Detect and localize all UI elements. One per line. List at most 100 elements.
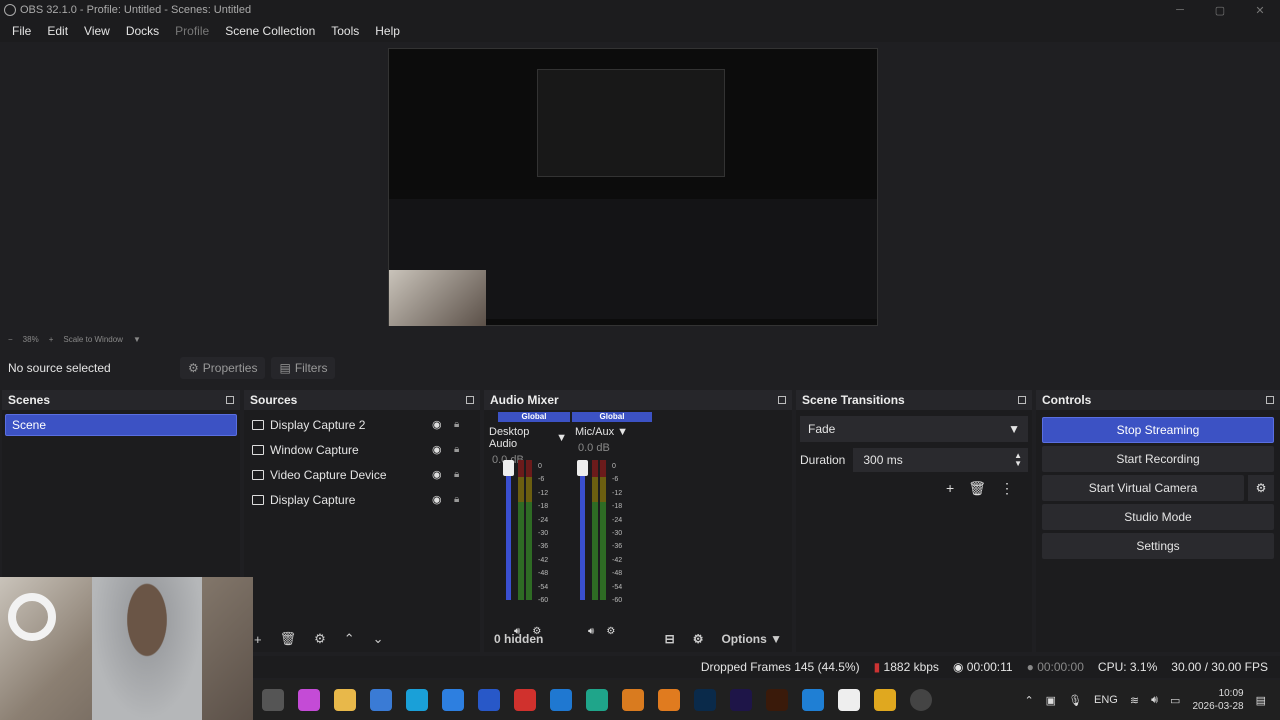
eye-icon[interactable]: ◉ bbox=[432, 493, 442, 506]
popout-icon[interactable] bbox=[778, 396, 786, 404]
menu-tools[interactable]: Tools bbox=[323, 24, 367, 38]
properties-button[interactable]: ⚙ Properties bbox=[180, 357, 266, 379]
duration-input[interactable]: 300 ms ▲ ▼ bbox=[853, 448, 1028, 472]
context-bar: No source selected ⚙ Properties ▤ Filter… bbox=[0, 352, 1280, 384]
studio-mode-button[interactable]: Studio Mode bbox=[1042, 504, 1274, 530]
lock-icon[interactable]: 🔒︎ bbox=[454, 469, 459, 480]
more-vertical-icon[interactable]: ⋮ bbox=[1000, 480, 1014, 497]
volume-slider[interactable] bbox=[577, 460, 588, 600]
chevron-down-icon[interactable]: ▼ bbox=[133, 335, 141, 344]
hidden-count[interactable]: 0 hidden bbox=[494, 632, 543, 646]
file-explorer-icon[interactable] bbox=[334, 689, 356, 711]
source-label: Window Capture bbox=[270, 442, 359, 457]
trash-icon[interactable]: 🗑︎ bbox=[280, 631, 297, 647]
move-down-button[interactable]: ⌄ bbox=[373, 631, 384, 647]
minimize-button[interactable]: ─ bbox=[1160, 0, 1200, 20]
menu-file[interactable]: File bbox=[4, 24, 39, 38]
volume-icon[interactable]: 🔊︎ bbox=[1151, 694, 1158, 707]
add-source-button[interactable]: + bbox=[254, 632, 262, 647]
source-item[interactable]: Display Capture ◉ 🔒︎ bbox=[244, 487, 480, 512]
advanced-audio-icon[interactable]: ⚙ bbox=[693, 632, 704, 646]
photoshop-icon[interactable] bbox=[694, 689, 716, 711]
maximize-button[interactable]: ▢ bbox=[1200, 0, 1240, 20]
clock[interactable]: 10:09 2026-03-28 bbox=[1192, 687, 1243, 713]
start-recording-button[interactable]: Start Recording bbox=[1042, 446, 1274, 472]
illustrator-icon[interactable] bbox=[766, 689, 788, 711]
store-icon[interactable] bbox=[370, 689, 392, 711]
wifi-icon[interactable]: ≋ bbox=[1130, 694, 1139, 707]
after-effects-icon[interactable] bbox=[730, 689, 752, 711]
b-app-icon[interactable] bbox=[478, 689, 500, 711]
gear-icon[interactable]: ⚙ bbox=[314, 631, 326, 647]
dropbox-icon[interactable] bbox=[442, 689, 464, 711]
menu-help[interactable]: Help bbox=[367, 24, 408, 38]
chrome-icon[interactable] bbox=[874, 689, 896, 711]
blender-icon[interactable] bbox=[658, 689, 680, 711]
menu-edit[interactable]: Edit bbox=[39, 24, 76, 38]
menu-profile[interactable]: Profile bbox=[167, 24, 217, 38]
filters-button[interactable]: ▤ Filters bbox=[271, 357, 336, 379]
monitor-icon bbox=[252, 494, 264, 505]
menu-view[interactable]: View bbox=[76, 24, 118, 38]
popout-icon[interactable] bbox=[1018, 396, 1026, 404]
battery-icon[interactable]: ▭ bbox=[1170, 694, 1180, 707]
outlook-icon[interactable] bbox=[550, 689, 572, 711]
wps-icon[interactable] bbox=[514, 689, 536, 711]
close-button[interactable]: ✕ bbox=[1240, 0, 1280, 20]
menu-scene-collection[interactable]: Scene Collection bbox=[217, 24, 323, 38]
menu-docks[interactable]: Docks bbox=[118, 24, 167, 38]
lock-icon[interactable]: 🔒︎ bbox=[454, 419, 459, 430]
program-preview[interactable] bbox=[388, 48, 878, 326]
zoom-in-button[interactable]: + bbox=[49, 335, 54, 344]
controls-title: Controls bbox=[1042, 393, 1092, 407]
slider-knob[interactable] bbox=[503, 460, 514, 476]
channel-name-dropdown[interactable]: Mic/Aux ▼ bbox=[572, 422, 652, 442]
notion-icon[interactable] bbox=[838, 689, 860, 711]
popout-icon[interactable] bbox=[466, 396, 474, 404]
tray-app-icon[interactable]: ▣ bbox=[1046, 694, 1056, 707]
add-transition-button[interactable]: + bbox=[946, 480, 954, 497]
layout-icon[interactable]: ⊟ bbox=[665, 632, 675, 646]
channel-name-dropdown[interactable]: Desktop Audio ▼ bbox=[486, 422, 570, 454]
obs-taskbar-icon[interactable] bbox=[910, 689, 932, 711]
eye-icon[interactable]: ◉ bbox=[432, 418, 442, 431]
stop-streaming-button[interactable]: Stop Streaming bbox=[1042, 417, 1274, 443]
zoom-out-button[interactable]: − bbox=[8, 335, 13, 344]
lock-icon[interactable]: 🔒︎ bbox=[454, 444, 459, 455]
duration-row: Duration 300 ms ▲ ▼ bbox=[796, 448, 1032, 472]
mixer-channel-desktop: Global Desktop Audio ▼ 0.0 dB 0-6-12-18-… bbox=[486, 412, 570, 637]
trash-icon[interactable]: 🗑︎ bbox=[968, 480, 986, 497]
scale-mode[interactable]: Scale to Window bbox=[63, 335, 123, 344]
vscode-icon[interactable] bbox=[802, 689, 824, 711]
microphone-icon[interactable]: 🎙︎ bbox=[1068, 694, 1082, 707]
popout-icon[interactable] bbox=[1266, 396, 1274, 404]
slider-knob[interactable] bbox=[577, 460, 588, 476]
start-virtual-camera-button[interactable]: Start Virtual Camera ⚙ bbox=[1042, 475, 1274, 501]
notification-icon[interactable]: ▤ bbox=[1256, 694, 1266, 707]
source-item[interactable]: Window Capture ◉ 🔒︎ bbox=[244, 437, 480, 462]
source-item[interactable]: Display Capture 2 ◉ 🔒︎ bbox=[244, 412, 480, 437]
options-button[interactable]: Options ▼ bbox=[721, 632, 782, 646]
eye-icon[interactable]: ◉ bbox=[432, 443, 442, 456]
zoom-level: 38% bbox=[22, 334, 39, 344]
volume-slider[interactable] bbox=[503, 460, 514, 600]
move-up-button[interactable]: ⌃ bbox=[344, 631, 355, 647]
settings-button[interactable]: Settings bbox=[1042, 533, 1274, 559]
eye-icon[interactable]: ◉ bbox=[432, 468, 442, 481]
source-item[interactable]: Video Capture Device ◉ 🔒︎ bbox=[244, 462, 480, 487]
gear-icon[interactable]: ⚙ bbox=[1248, 475, 1274, 501]
language-indicator[interactable]: ENG bbox=[1094, 694, 1118, 706]
popout-icon[interactable] bbox=[226, 396, 234, 404]
copilot-icon[interactable] bbox=[298, 689, 320, 711]
lock-icon[interactable]: 🔒︎ bbox=[454, 494, 459, 505]
xbox-icon[interactable] bbox=[586, 689, 608, 711]
transition-select[interactable]: Fade ▼ bbox=[800, 416, 1028, 442]
app-icon[interactable] bbox=[622, 689, 644, 711]
chevron-up-icon[interactable]: ⌃ bbox=[1024, 694, 1033, 707]
scene-item[interactable]: Scene bbox=[5, 414, 237, 436]
stream-time-indicator: ◉ 00:00:11 bbox=[953, 660, 1013, 674]
task-view-icon[interactable] bbox=[262, 689, 284, 711]
spin-arrows-icon[interactable]: ▲ ▼ bbox=[1014, 452, 1022, 468]
fps-readout: 30.00 / 30.00 FPS bbox=[1171, 660, 1268, 674]
edge-icon[interactable] bbox=[406, 689, 428, 711]
